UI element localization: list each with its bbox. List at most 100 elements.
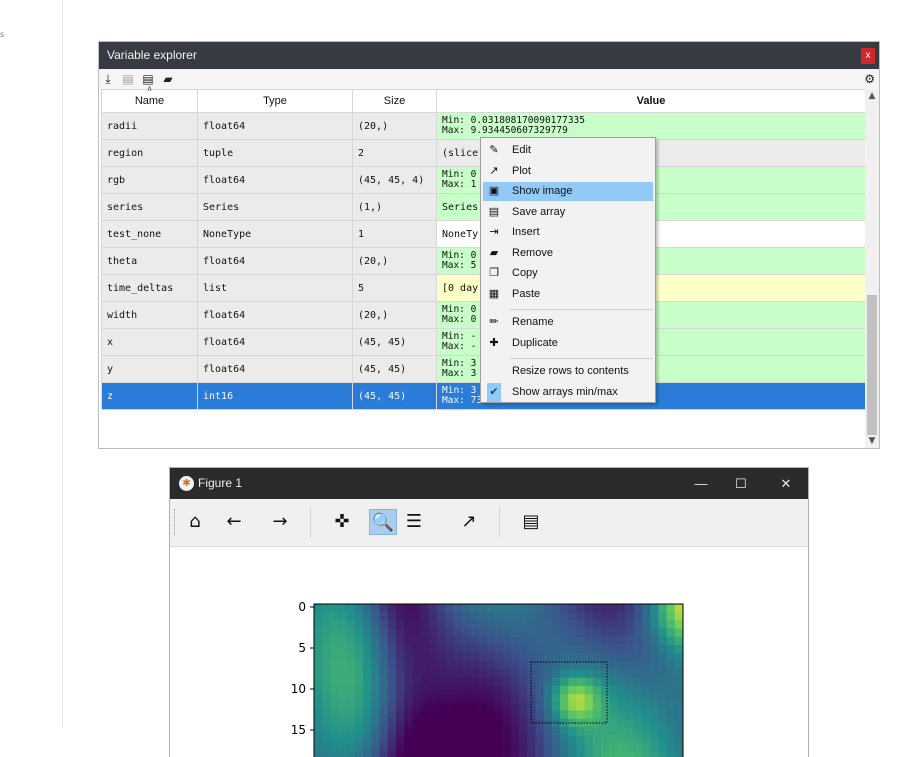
menu-item-edit[interactable]: ✎ Edit (483, 141, 653, 160)
gear-icon[interactable]: ⚙ (864, 72, 875, 86)
variable-type-cell[interactable]: Series (197, 193, 353, 221)
variable-name-cell[interactable]: theta (101, 247, 198, 275)
variable-size-cell[interactable]: 1 (352, 220, 437, 248)
heatmap-cell (445, 751, 454, 757)
scrollbar-thumb[interactable] (867, 295, 877, 435)
column-header-type[interactable]: Type (197, 89, 353, 113)
heatmap-cell (510, 645, 520, 654)
heatmap-cell (666, 751, 676, 757)
menu-item-rename[interactable]: ✏ Rename (483, 313, 653, 332)
heatmap-cell (609, 694, 618, 703)
scroll-up-icon[interactable]: ▲ (865, 89, 879, 103)
variable-name-cell[interactable]: width (101, 301, 198, 329)
heatmap-cell (355, 677, 364, 687)
pan-icon[interactable]: ✜ (328, 509, 356, 535)
menu-item-duplicate[interactable]: ✚ Duplicate (483, 334, 653, 353)
variable-type-cell[interactable]: list (197, 274, 353, 302)
scroll-down-icon[interactable]: ▼ (865, 434, 879, 448)
minimize-button[interactable]: — (681, 468, 721, 499)
save-icon[interactable]: ▤ (121, 72, 135, 86)
heatmap-cell (412, 645, 421, 654)
menu-item-show-arrays-min-max[interactable]: ✔ Show arrays min/max (483, 382, 653, 402)
variable-type-cell[interactable]: tuple (197, 139, 353, 167)
variable-name-cell[interactable]: x (101, 328, 198, 356)
menu-item-paste[interactable]: ▦ Paste (483, 285, 653, 304)
variable-name-cell[interactable]: test_none (101, 220, 198, 248)
variable-type-cell[interactable]: float64 (197, 328, 353, 356)
menu-item-show-image[interactable]: ▣ Show image (483, 182, 653, 201)
variable-size-cell[interactable]: (45, 45) (352, 328, 437, 356)
heatmap-cell (387, 636, 397, 646)
heatmap-cell (314, 653, 323, 662)
vertical-scrollbar[interactable]: ▲ ▼ (865, 89, 879, 448)
heatmap-cell (650, 686, 659, 695)
variable-size-cell[interactable]: (45, 45, 4) (352, 166, 437, 194)
heatmap-cell (560, 677, 569, 687)
variable-size-cell[interactable]: (45, 45) (352, 355, 437, 383)
menu-item-remove[interactable]: ▰ Remove (483, 244, 653, 263)
axes-edit-icon[interactable]: ↗ (455, 509, 483, 535)
variable-type-cell[interactable]: int16 (197, 382, 353, 410)
heatmap-cell (494, 727, 503, 736)
variable-size-cell[interactable]: 5 (352, 274, 437, 302)
variable-value-cell[interactable]: Min: 0.031808170090177335 Max: 9.9344506… (436, 112, 866, 140)
variable-type-cell[interactable]: float64 (197, 355, 353, 383)
heatmap-cell (551, 604, 561, 613)
variable-size-cell[interactable]: (45, 45) (352, 382, 437, 410)
variable-name-cell[interactable]: time_deltas (101, 274, 198, 302)
variable-size-cell[interactable]: (20,) (352, 112, 437, 140)
variable-name-cell[interactable]: radii (101, 112, 198, 140)
close-pane-button[interactable]: x (861, 48, 875, 64)
table-row[interactable]: radii float64 (20,) Min: 0.0318081700901773… (101, 112, 866, 140)
subplots-icon[interactable]: ☰ (400, 509, 428, 535)
heatmap-cell (346, 677, 356, 687)
variable-type-cell[interactable]: float64 (197, 166, 353, 194)
home-icon[interactable]: ⌂ (181, 509, 209, 535)
column-header-value[interactable]: Value (436, 89, 866, 113)
menu-item-save-array[interactable]: ▤ Save array (483, 203, 653, 222)
column-header-size[interactable]: Size (352, 89, 437, 113)
download-icon[interactable]: ⤓ (101, 72, 115, 86)
variable-size-cell[interactable]: (20,) (352, 247, 437, 275)
toolbar-grip[interactable] (174, 509, 177, 535)
heatmap-cell (601, 751, 610, 757)
variable-name-cell[interactable]: y (101, 355, 198, 383)
menu-item-resize-rows-to-contents[interactable]: Resize rows to contents (483, 362, 653, 381)
back-icon[interactable]: ← (220, 509, 248, 535)
variable-name-cell[interactable]: series (101, 193, 198, 221)
variable-name-cell[interactable]: z (101, 382, 198, 410)
eraser-icon[interactable]: ▰ (161, 72, 175, 86)
heatmap-cell (453, 743, 462, 752)
heatmap-cell (592, 645, 602, 654)
variable-type-cell[interactable]: float64 (197, 247, 353, 275)
heatmap-cell (494, 686, 503, 695)
variable-type-cell[interactable]: float64 (197, 112, 353, 140)
heatmap-cell (609, 653, 618, 662)
heatmap-cell (428, 612, 438, 621)
heatmap-cell (396, 727, 405, 736)
variable-size-cell[interactable]: (20,) (352, 301, 437, 329)
heatmap-cell (445, 628, 454, 638)
variable-type-cell[interactable]: NoneType (197, 220, 353, 248)
heatmap-cell (674, 653, 684, 662)
variable-name-cell[interactable]: rgb (101, 166, 198, 194)
save-figure-icon[interactable]: ▤ (517, 509, 545, 535)
heatmap-cell (461, 694, 471, 703)
close-window-button[interactable]: ✕ (766, 468, 806, 499)
zoom-icon[interactable]: 🔍 (369, 509, 397, 535)
heatmap-cell (404, 694, 413, 703)
variable-name-cell[interactable]: region (101, 139, 198, 167)
column-header-name[interactable]: ∧ Name (101, 85, 198, 113)
variable-size-cell[interactable]: 2 (352, 139, 437, 167)
forward-icon[interactable]: → (266, 509, 294, 535)
heatmap-cell (428, 653, 438, 662)
menu-item-copy[interactable]: ❐ Copy (483, 264, 653, 283)
variable-size-cell[interactable]: (1,) (352, 193, 437, 221)
heatmap-cell (371, 661, 380, 670)
image-plot[interactable]: 0 5 10 15 (170, 547, 808, 757)
variable-type-cell[interactable]: float64 (197, 301, 353, 329)
maximize-button[interactable]: ☐ (721, 468, 761, 499)
heatmap-cell (584, 743, 594, 752)
menu-item-plot[interactable]: ↗ Plot (483, 162, 653, 181)
menu-item-insert[interactable]: ⇥ Insert (483, 223, 653, 242)
